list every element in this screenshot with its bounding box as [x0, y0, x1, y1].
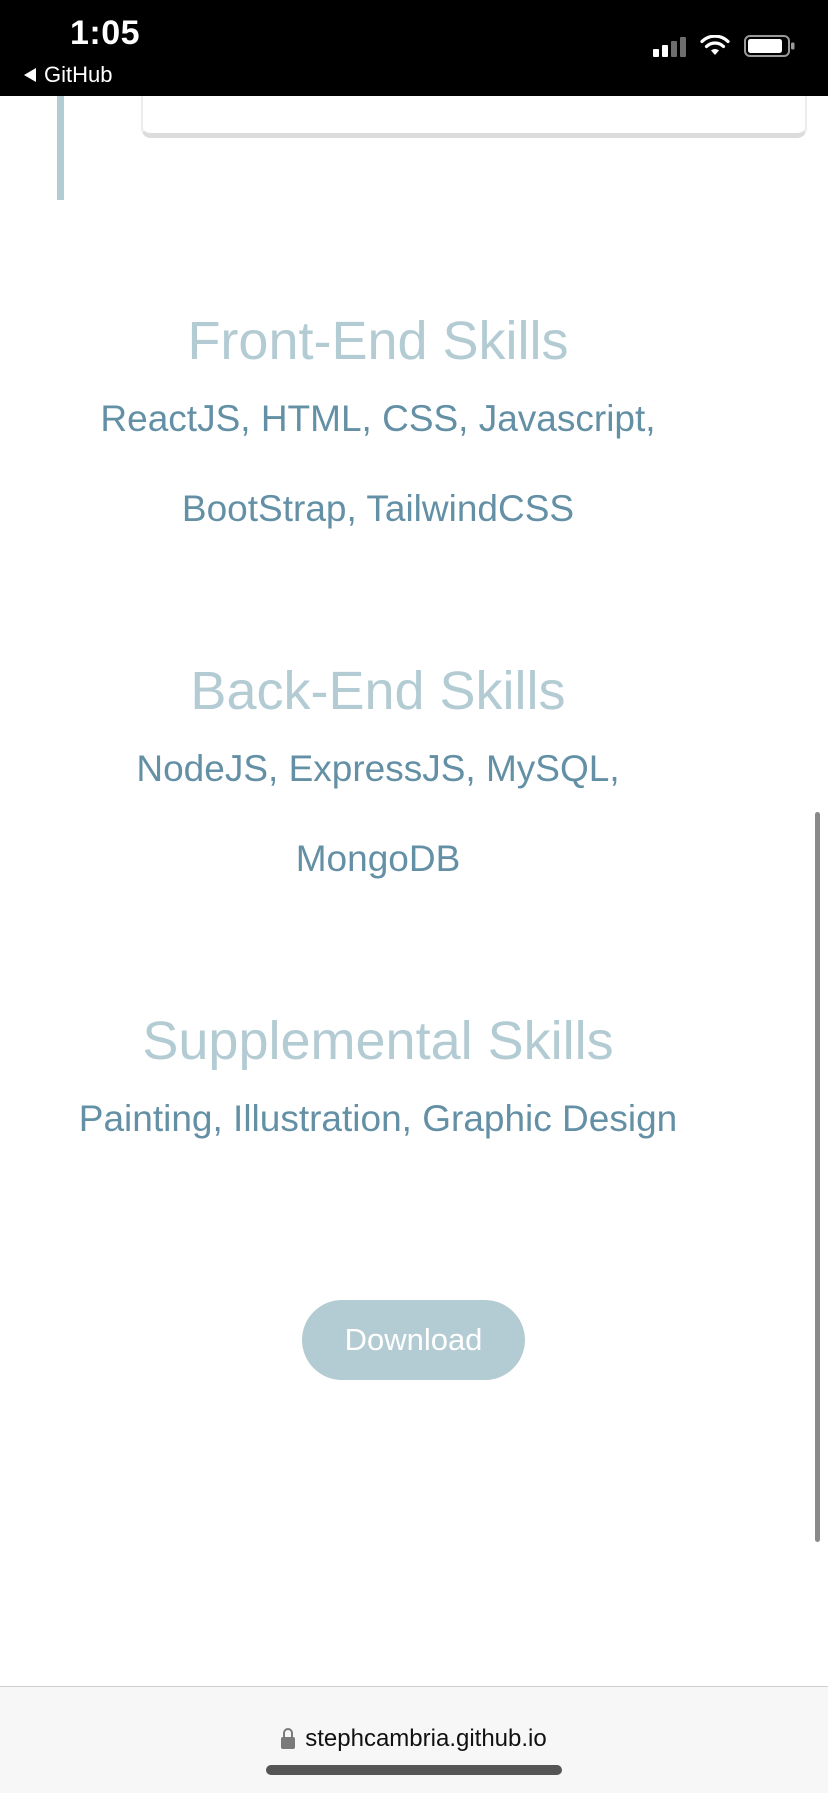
- url-text: stephcambria.github.io: [305, 1725, 547, 1752]
- back-app-label: GitHub: [44, 62, 113, 87]
- front-end-skills-section: Front-End Skills ReactJS, HTML, CSS, Jav…: [0, 314, 756, 554]
- status-time: 1:05: [70, 14, 141, 52]
- scroll-indicator[interactable]: [815, 812, 820, 1542]
- download-button[interactable]: Download: [302, 1300, 525, 1380]
- front-end-skills-line-2: BootStrap, TailwindCSS: [181, 488, 575, 529]
- project-card-bottom: [141, 96, 807, 138]
- cellular-signal-icon: [653, 35, 686, 57]
- front-end-skills-line-1: ReactJS, HTML, CSS, Javascript,: [100, 398, 656, 439]
- back-end-skills-heading: Back-End Skills: [190, 661, 566, 721]
- supplemental-skills-line-1: Painting, Illustration, Graphic Design: [78, 1098, 678, 1139]
- front-end-skills-heading: Front-End Skills: [187, 311, 569, 371]
- url-display[interactable]: stephcambria.github.io: [0, 1725, 828, 1753]
- wifi-icon: [700, 35, 730, 55]
- address-bar[interactable]: stephcambria.github.io: [0, 1686, 828, 1793]
- battery-icon: [744, 35, 795, 57]
- supplemental-skills-section: Supplemental Skills Painting, Illustrati…: [0, 1014, 756, 1164]
- back-end-skills-line-2: MongoDB: [295, 838, 461, 879]
- back-arrow-icon: [24, 68, 36, 82]
- supplemental-skills-heading: Supplemental Skills: [142, 1011, 614, 1071]
- status-bar: 1:05 GitHub: [0, 0, 828, 96]
- back-to-app-link[interactable]: GitHub: [24, 62, 112, 88]
- timeline-bar: [57, 96, 64, 200]
- page-content: Front-End Skills ReactJS, HTML, CSS, Jav…: [0, 96, 828, 1686]
- lock-icon: [281, 1728, 296, 1749]
- status-icons: [653, 34, 796, 58]
- home-indicator[interactable]: [266, 1765, 562, 1775]
- back-end-skills-section: Back-End Skills NodeJS, ExpressJS, MySQL…: [0, 664, 756, 904]
- back-end-skills-line-1: NodeJS, ExpressJS, MySQL,: [136, 748, 620, 789]
